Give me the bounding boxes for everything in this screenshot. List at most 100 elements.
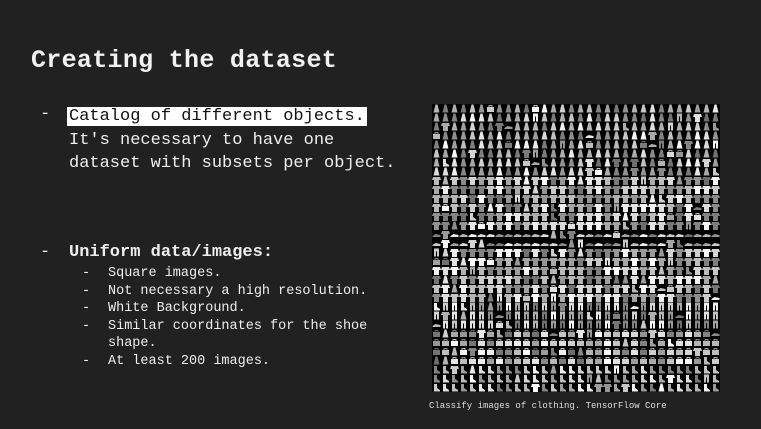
clothing-thumbnail (533, 105, 538, 107)
clothing-thumbnail (703, 341, 710, 346)
clothing-thumbnail (459, 249, 468, 257)
clothing-thumbnail (639, 213, 648, 221)
clothing-thumbnail (630, 276, 639, 284)
clothing-thumbnail (541, 341, 548, 346)
clothing-thumbnail (522, 234, 531, 237)
clothing-thumbnail (623, 123, 629, 131)
clothing-thumbnail (443, 258, 448, 260)
clothing-thumbnail (477, 276, 486, 284)
clothing-thumbnail (668, 330, 673, 332)
clothing-thumbnail (596, 168, 601, 170)
clothing-thumbnail (684, 276, 693, 284)
clothing-thumbnail (469, 158, 476, 167)
clothing-thumbnail (640, 275, 647, 284)
clothing-thumbnail (713, 357, 718, 359)
clothing-thumbnail (596, 339, 601, 341)
clothing-thumbnail (477, 249, 486, 257)
clothing-thumbnail (486, 267, 495, 275)
clothing-thumbnail (702, 213, 711, 221)
clothing-thumbnail (639, 204, 648, 212)
clothing-thumbnail (667, 104, 674, 113)
clothing-thumbnail (443, 302, 448, 311)
clothing-thumbnail (677, 366, 683, 374)
clothing-thumbnail (478, 158, 485, 167)
clothing-thumbnail (532, 185, 539, 194)
clothing-thumbnail (486, 249, 495, 257)
clothing-thumbnail (659, 330, 664, 332)
clothing-thumbnail (531, 222, 540, 230)
clothing-thumbnail (496, 104, 503, 113)
clothing-thumbnail (522, 195, 531, 203)
clothing-thumbnail (703, 149, 710, 158)
clothing-thumbnail (639, 234, 648, 237)
clothing-thumbnail (442, 113, 449, 122)
clothing-thumbnail (594, 195, 603, 203)
clothing-thumbnail (468, 150, 477, 158)
clothing-thumbnail (667, 350, 674, 355)
clothing-thumbnail (675, 222, 684, 230)
image-caption: Classify images of clothing. TensorFlow … (429, 401, 667, 411)
clothing-thumbnail (604, 140, 611, 149)
clothing-thumbnail (504, 177, 513, 185)
clothing-thumbnail (569, 384, 575, 392)
clothing-thumbnail (495, 177, 504, 185)
clothing-thumbnail (540, 243, 549, 246)
clothing-thumbnail (594, 276, 603, 284)
clothing-thumbnail (612, 285, 621, 293)
clothing-thumbnail (541, 113, 548, 122)
clothing-thumbnail (497, 357, 502, 359)
clothing-thumbnail (641, 375, 647, 383)
clothing-thumbnail (621, 234, 630, 237)
clothing-thumbnail (504, 258, 513, 266)
clothing-thumbnail (711, 177, 720, 185)
clothing-thumbnail (468, 249, 477, 257)
clothing-thumbnail (702, 204, 711, 212)
clothing-thumbnail (613, 332, 620, 337)
clothing-thumbnail (460, 149, 467, 158)
clothing-thumbnail (442, 131, 449, 140)
clothing-thumbnail (523, 203, 530, 212)
clothing-thumbnail (585, 168, 594, 176)
clothing-thumbnail (668, 122, 673, 131)
clothing-thumbnail (477, 186, 486, 194)
clothing-thumbnail (441, 213, 450, 221)
clothing-thumbnail (568, 239, 575, 248)
clothing-thumbnail (533, 375, 539, 383)
clothing-thumbnail (712, 104, 719, 113)
clothing-thumbnail (632, 311, 637, 320)
clothing-thumbnail (522, 213, 531, 221)
clothing-thumbnail (488, 375, 494, 383)
clothing-thumbnail (504, 267, 513, 275)
clothing-thumbnail (576, 294, 585, 302)
clothing-thumbnail (560, 375, 566, 383)
clothing-thumbnail (497, 302, 502, 311)
clothing-thumbnail (550, 122, 557, 131)
clothing-thumbnail (657, 213, 666, 221)
clothing-thumbnail (488, 339, 493, 341)
clothing-thumbnail (621, 258, 630, 266)
clothing-thumbnail (668, 213, 673, 215)
clothing-thumbnail (658, 161, 665, 166)
clothing-thumbnail (675, 276, 684, 284)
clothing-thumbnail (479, 222, 484, 224)
clothing-thumbnail (569, 366, 575, 374)
clothing-thumbnail (666, 222, 675, 230)
clothing-thumbnail (541, 350, 548, 355)
clothing-thumbnail (640, 167, 647, 176)
clothing-thumbnail (612, 249, 621, 257)
clothing-thumbnail (541, 131, 548, 140)
clothing-thumbnail (711, 234, 720, 237)
clothing-thumbnail (461, 366, 467, 374)
clothing-thumbnail (433, 260, 440, 265)
clothing-thumbnail (451, 122, 458, 131)
clothing-thumbnail (551, 213, 557, 221)
clothing-thumbnail (523, 167, 530, 176)
clothing-thumbnail (505, 113, 512, 122)
clothing-thumbnail (532, 140, 539, 149)
clothing-thumbnail (668, 348, 673, 350)
clothing-thumbnail (434, 339, 439, 341)
clothing-thumbnail (433, 113, 440, 122)
clothing-thumbnail (506, 366, 512, 374)
clothing-thumbnail (461, 375, 467, 383)
clothing-thumbnail (612, 243, 621, 246)
